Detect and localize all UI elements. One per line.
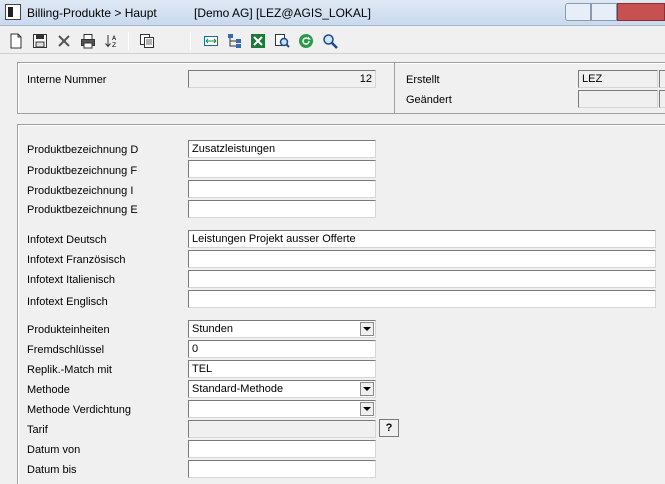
svg-text:A: A	[112, 35, 117, 42]
window-context: [Demo AG] [LEZ@AGIS_LOKAL]	[194, 6, 371, 20]
chevron-down-icon[interactable]	[360, 402, 374, 416]
methode-value: Standard-Methode	[192, 383, 284, 395]
refresh-icon	[299, 34, 313, 48]
datum-bis-label: Datum bis	[27, 464, 77, 476]
infotext-deutsch-input[interactable]: Leistungen Projekt ausser Offerte	[188, 230, 656, 248]
search-button[interactable]	[320, 31, 340, 51]
fremdschluessel-label: Fremdschlüssel	[27, 344, 105, 356]
produkteinheiten-value: Stunden	[192, 323, 233, 335]
infotext-englisch-label: Infotext Englisch	[27, 296, 108, 308]
tarif-field	[188, 420, 376, 438]
find-icon	[275, 34, 290, 48]
maximize-button[interactable]	[591, 3, 617, 21]
save-button[interactable]	[30, 31, 50, 51]
fremdschluessel-input[interactable]: 0	[188, 340, 376, 358]
sort-button[interactable]: AZ	[102, 31, 122, 51]
interne-nummer-label: Interne Nummer	[27, 74, 107, 86]
find-button[interactable]	[272, 31, 292, 51]
produktbezeichnung-d-label: Produktbezeichnung D	[27, 144, 139, 156]
sort-icon: AZ	[105, 35, 117, 49]
window-title: Billing-Produkte > Haupt	[27, 6, 157, 20]
copy-icon	[140, 34, 154, 48]
close-button[interactable]	[617, 3, 665, 21]
erstellt-date-field	[659, 70, 665, 88]
datum-bis-input[interactable]	[188, 460, 376, 478]
produktbezeichnung-f-input[interactable]	[188, 160, 376, 178]
infotext-franzoesisch-label: Infotext Französisch	[27, 254, 126, 266]
produktbezeichnung-f-label: Produktbezeichnung F	[27, 165, 138, 177]
header-divider	[394, 62, 395, 114]
expand-button[interactable]	[201, 31, 221, 51]
chevron-down-icon[interactable]	[360, 382, 374, 396]
tree-button[interactable]	[225, 31, 245, 51]
svg-text:Z: Z	[112, 42, 116, 49]
tarif-label: Tarif	[27, 424, 48, 436]
save-icon	[33, 34, 47, 48]
produkteinheiten-label: Produkteinheiten	[27, 324, 110, 336]
excel-button[interactable]	[248, 31, 268, 51]
toolbar: AZ	[0, 27, 665, 54]
infotext-deutsch-label: Infotext Deutsch	[27, 234, 107, 246]
copy-button[interactable]	[137, 31, 157, 51]
chevron-down-icon[interactable]	[360, 322, 374, 336]
methode-verdichtung-label: Methode Verdichtung	[27, 404, 131, 416]
produktbezeichnung-e-label: Produktbezeichnung E	[27, 204, 138, 216]
methode-select[interactable]: Standard-Methode	[188, 380, 376, 398]
infotext-italienisch-input[interactable]	[188, 270, 656, 288]
title-bar: Billing-Produkte > Haupt [Demo AG] [LEZ@…	[0, 0, 665, 26]
search-icon	[323, 34, 338, 49]
refresh-button[interactable]	[296, 31, 316, 51]
minimize-button[interactable]	[565, 3, 591, 21]
datum-von-input[interactable]	[188, 440, 376, 458]
produktbezeichnung-d-input[interactable]: Zusatzleistungen	[188, 140, 376, 158]
new-icon	[10, 33, 22, 49]
produktbezeichnung-i-input[interactable]	[188, 180, 376, 198]
infotext-franzoesisch-input[interactable]	[188, 250, 656, 268]
replik-match-input[interactable]: TEL	[188, 360, 376, 378]
erstellt-label: Erstellt	[406, 74, 440, 86]
replik-match-label: Replik.-Match mit	[27, 364, 112, 376]
geaendert-date-field	[659, 90, 665, 108]
app-icon	[5, 4, 21, 20]
geaendert-field	[578, 90, 658, 108]
toolbar-separator	[190, 32, 191, 50]
produktbezeichnung-i-label: Produktbezeichnung I	[27, 185, 134, 197]
delete-icon	[58, 35, 70, 47]
interne-nummer-field: 12	[188, 70, 376, 88]
new-button[interactable]	[6, 31, 26, 51]
produktbezeichnung-e-input[interactable]	[188, 200, 376, 218]
print-icon	[81, 34, 95, 49]
methode-verdichtung-select[interactable]	[188, 400, 376, 418]
geaendert-label: Geändert	[406, 94, 452, 106]
expand-icon	[204, 36, 218, 46]
methode-label: Methode	[27, 384, 70, 396]
erstellt-field: LEZ	[578, 70, 658, 88]
infotext-italienisch-label: Infotext Italienisch	[27, 274, 116, 286]
excel-icon	[251, 34, 265, 48]
delete-button[interactable]	[54, 31, 74, 51]
tarif-lookup-button[interactable]: ?	[379, 419, 399, 437]
produkteinheiten-select[interactable]: Stunden	[188, 320, 376, 338]
tree-icon	[228, 34, 241, 48]
print-button[interactable]	[78, 31, 98, 51]
datum-von-label: Datum von	[27, 444, 81, 456]
toolbar-separator	[128, 32, 129, 50]
infotext-englisch-input[interactable]	[188, 290, 656, 308]
